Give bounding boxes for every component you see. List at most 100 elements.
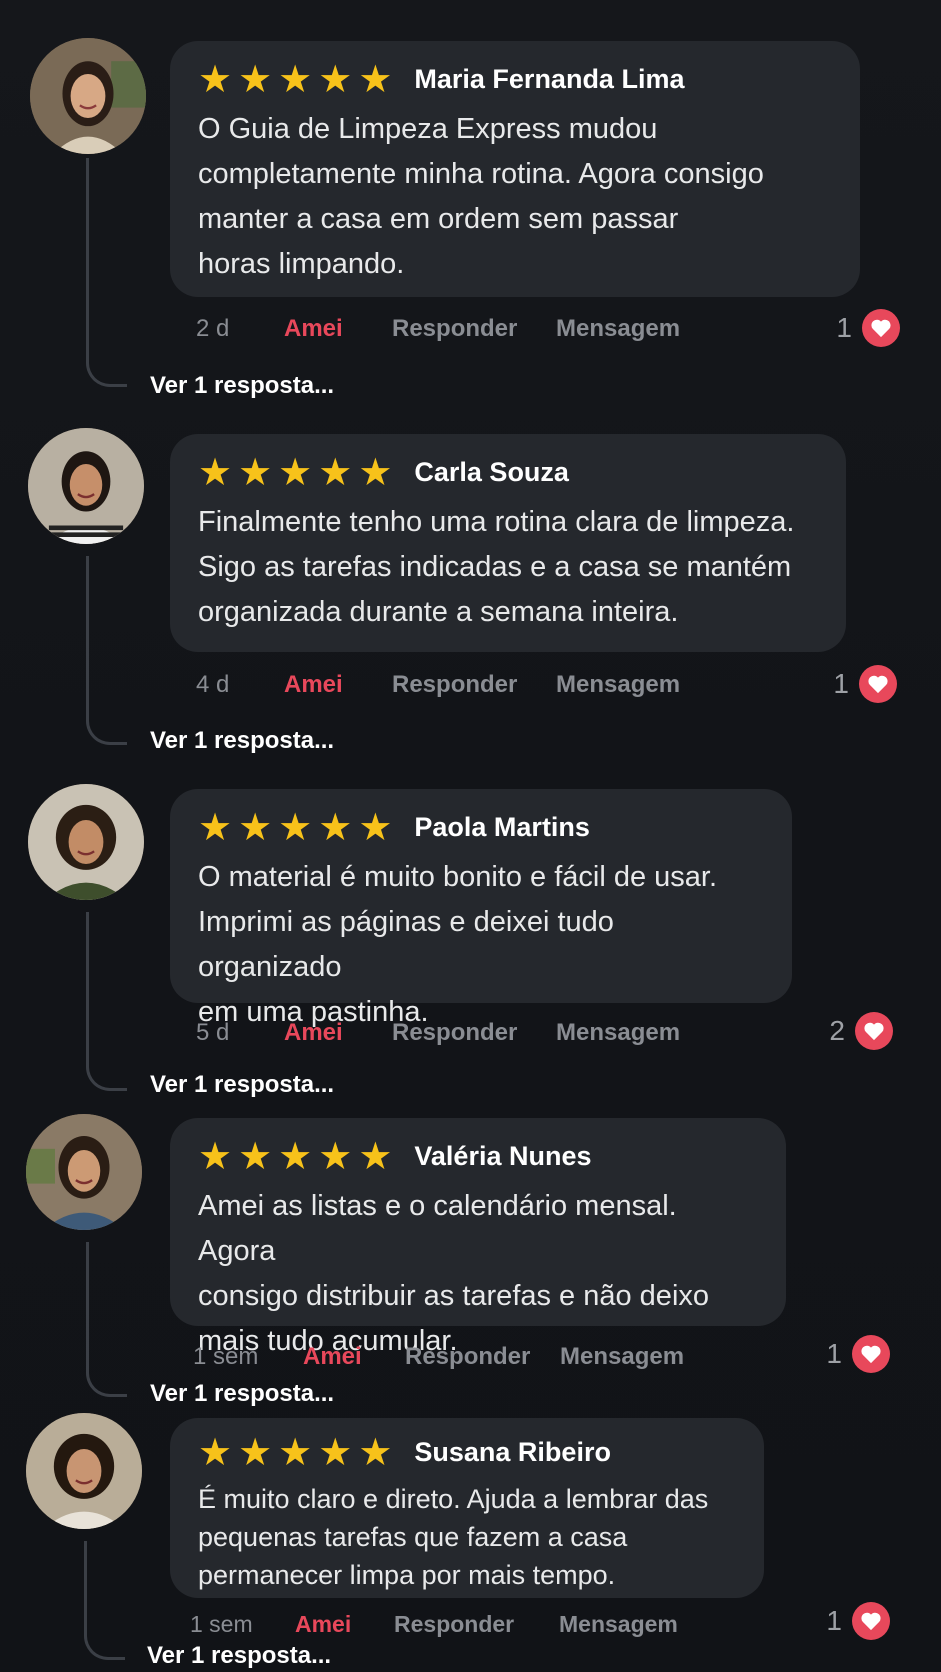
thread-line [84,1541,125,1660]
star-icon: ★ [278,57,313,101]
heart-icon [862,309,900,347]
star-icon: ★ [238,450,273,494]
star-icon: ★ [318,57,353,101]
star-icon: ★ [198,805,233,849]
star-icon: ★ [278,450,313,494]
love-reaction-button[interactable]: Amei [284,671,392,699]
rating-stars: ★ ★ ★ ★ ★ [198,1136,392,1176]
rating-stars: ★ ★ ★ ★ ★ [198,59,392,99]
star-icon: ★ [278,805,313,849]
timestamp: 4 d [196,671,230,698]
comments-feed: ★ ★ ★ ★ ★ Maria Fernanda Lima O Guia de Limp… [0,0,941,1672]
comment-bubble: ★ ★ ★ ★ ★ Valéria Nunes Amei as listas e o c… [170,1118,786,1357]
love-reaction-button[interactable]: Amei [295,1611,394,1638]
comment-bubble: ★ ★ ★ ★ ★ Carla Souza Finalmente tenho uma r… [170,434,846,652]
heart-icon [859,665,897,703]
reaction-count[interactable]: 1 [826,1335,890,1373]
star-icon: ★ [358,1134,393,1178]
author-name[interactable]: Carla Souza [414,457,569,488]
comment-actions: 5 d Amei Responder Mensagem [196,1019,680,1047]
timestamp: 1 sem [193,1343,259,1370]
reply-button[interactable]: Responder [405,1343,560,1371]
avatar[interactable] [30,38,146,154]
like-count: 1 [836,312,852,343]
view-replies-link[interactable]: Ver 1 resposta... [150,727,334,755]
reaction-count[interactable]: 2 [829,1012,893,1050]
reaction-count[interactable]: 1 [826,1602,890,1640]
star-icon: ★ [238,1430,273,1474]
rating-stars: ★ ★ ★ ★ ★ [198,452,392,492]
comment-text: O material é muito bonito e fácil de usa… [198,861,718,1028]
love-reaction-button[interactable]: Amei [284,315,392,343]
star-icon: ★ [318,805,353,849]
comment-actions: 1 sem Amei Responder Mensagem [190,1611,678,1638]
comment-text: O Guia de Limpeza Express mudou completa… [198,113,764,280]
reply-button[interactable]: Responder [392,671,556,699]
star-icon: ★ [198,450,233,494]
star-icon: ★ [238,57,273,101]
message-button[interactable]: Mensagem [556,315,680,343]
star-icon: ★ [318,450,353,494]
star-icon: ★ [198,1134,233,1178]
thread-line [86,158,127,387]
view-replies-link[interactable]: Ver 1 resposta... [147,1642,331,1670]
reaction-count[interactable]: 1 [833,665,897,703]
view-replies-link[interactable]: Ver 1 resposta... [150,1071,334,1099]
view-replies-link[interactable]: Ver 1 resposta... [150,1380,334,1408]
timestamp: 1 sem [190,1611,253,1637]
view-replies-link[interactable]: Ver 1 resposta... [150,372,334,400]
star-icon: ★ [358,805,393,849]
message-button[interactable]: Mensagem [556,1019,680,1047]
comment-text: Finalmente tenho uma rotina clara de lim… [198,506,795,628]
comment-bubble: ★ ★ ★ ★ ★ Maria Fernanda Lima O Guia de Limp… [170,41,860,297]
star-icon: ★ [358,450,393,494]
thread-line [86,1242,127,1397]
comment-bubble: ★ ★ ★ ★ ★ Paola Martins O material é muito b… [170,789,792,1028]
star-icon: ★ [318,1430,353,1474]
author-name[interactable]: Valéria Nunes [414,1141,591,1172]
rating-stars: ★ ★ ★ ★ ★ [198,807,392,847]
reply-button[interactable]: Responder [392,315,556,343]
star-icon: ★ [318,1134,353,1178]
comment-actions: 2 d Amei Responder Mensagem [196,315,680,343]
star-icon: ★ [358,57,393,101]
star-icon: ★ [198,1430,233,1474]
rating-stars: ★ ★ ★ ★ ★ [198,1432,392,1472]
avatar[interactable] [28,428,144,544]
timestamp: 2 d [196,315,230,342]
star-icon: ★ [238,1134,273,1178]
reply-button[interactable]: Responder [392,1019,556,1047]
star-icon: ★ [198,57,233,101]
like-count: 1 [826,1605,842,1636]
message-button[interactable]: Mensagem [560,1343,684,1371]
comment-actions: 1 sem Amei Responder Mensagem [193,1343,684,1371]
love-reaction-button[interactable]: Amei [284,1019,392,1047]
avatar[interactable] [26,1413,142,1529]
heart-icon [852,1335,890,1373]
comment-bubble: ★ ★ ★ ★ ★ Susana Ribeiro É muito claro e dir… [170,1418,764,1598]
author-name[interactable]: Maria Fernanda Lima [414,64,684,95]
heart-icon [855,1012,893,1050]
comment-text: Amei as listas e o calendário mensal. Ag… [198,1190,710,1357]
avatar[interactable] [26,1114,142,1230]
avatar[interactable] [28,784,144,900]
heart-icon [852,1602,890,1640]
timestamp: 5 d [196,1019,230,1046]
comment-text: É muito claro e direto. Ajuda a lembrar … [198,1484,709,1590]
author-name[interactable]: Paola Martins [414,812,590,843]
thread-line [86,556,127,745]
reaction-count[interactable]: 1 [836,309,900,347]
star-icon: ★ [358,1430,393,1474]
thread-line [86,912,127,1091]
star-icon: ★ [278,1430,313,1474]
like-count: 1 [826,1338,842,1369]
love-reaction-button[interactable]: Amei [303,1343,405,1371]
message-button[interactable]: Mensagem [559,1611,678,1638]
star-icon: ★ [238,805,273,849]
reply-button[interactable]: Responder [394,1611,559,1638]
like-count: 2 [829,1015,845,1046]
like-count: 1 [833,668,849,699]
comment-actions: 4 d Amei Responder Mensagem [196,671,680,699]
message-button[interactable]: Mensagem [556,671,680,699]
author-name[interactable]: Susana Ribeiro [414,1437,611,1468]
